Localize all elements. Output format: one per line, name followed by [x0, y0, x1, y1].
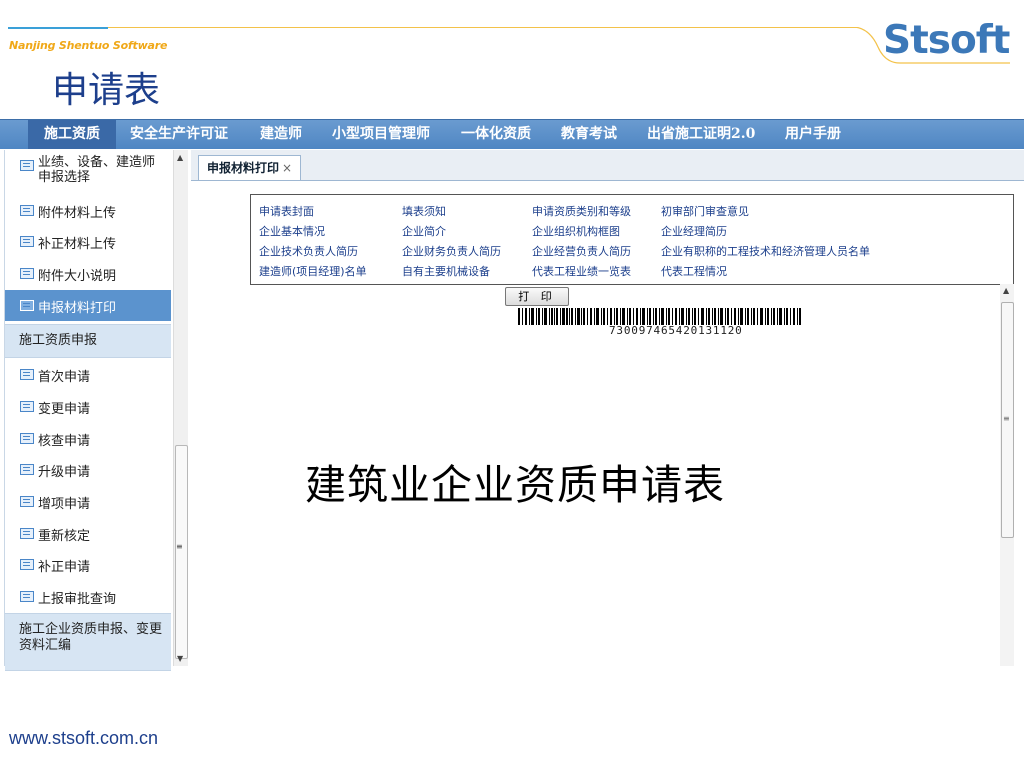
- close-icon[interactable]: ×: [282, 161, 292, 175]
- sidebar: 业绩、设备、建造师申报选择 附件材料上传 补正材料上传 附件大小说明 申报材料打…: [4, 150, 171, 671]
- link-basic-info[interactable]: 企业基本情况: [259, 223, 325, 239]
- list-icon: [20, 236, 34, 247]
- menu-out-of-province-cert[interactable]: 出省施工证明2.0: [647, 120, 755, 149]
- sidebar-item-upgrade-apply[interactable]: 升级申请: [5, 454, 171, 485]
- link-tech-lead-resume[interactable]: 企业技术负责人简历: [259, 243, 358, 259]
- sidebar-item-supplement-apply[interactable]: 补正申请: [5, 549, 171, 580]
- header-rule-accent: [8, 27, 108, 29]
- document-links-panel: 申请表封面 填表须知 申请资质类别和等级 初审部门审查意见 企业基本情况 企业简…: [250, 194, 1014, 285]
- document-title: 建筑业企业资质申请表: [305, 461, 725, 509]
- link-initial-review[interactable]: 初审部门审查意见: [661, 203, 749, 219]
- sidebar-section-qualification-apply[interactable]: 施工资质申报: [5, 324, 171, 358]
- list-icon: [20, 268, 34, 279]
- barcode-number: 730097465420131120: [609, 324, 743, 337]
- list-icon: [20, 205, 34, 216]
- list-icon: [20, 369, 34, 380]
- top-menu-bar: 施工资质 安全生产许可证 建造师 小型项目管理师 一体化资质 教育考试 出省施工…: [0, 119, 1024, 149]
- link-project-details[interactable]: 代表工程情况: [661, 263, 727, 279]
- content-frame: 申报材料打印 × 申请表封面 填表须知 申请资质类别和等级 初审部门审查意见 企业…: [191, 150, 1024, 666]
- sidebar-item-performance-select[interactable]: 业绩、设备、建造师申报选择: [5, 154, 171, 188]
- link-cover[interactable]: 申请表封面: [259, 203, 314, 219]
- link-business-lead-resume[interactable]: 企业经营负责人简历: [532, 243, 631, 259]
- list-icon: [20, 528, 34, 539]
- scroll-down-icon[interactable]: ▼: [177, 654, 183, 663]
- content-scrollbar[interactable]: ▲ ≡: [1000, 284, 1014, 666]
- scroll-grip-icon: ≡: [176, 542, 183, 551]
- link-manager-resume[interactable]: 企业经理简历: [661, 223, 727, 239]
- tab-print-materials[interactable]: 申报材料打印 ×: [198, 155, 302, 180]
- list-icon: [20, 433, 34, 444]
- link-instructions[interactable]: 填表须知: [402, 203, 446, 219]
- menu-constructor[interactable]: 建造师: [260, 120, 302, 149]
- link-constructor-list[interactable]: 建造师(项目经理)名单: [259, 263, 367, 279]
- link-profile[interactable]: 企业简介: [402, 223, 446, 239]
- sidebar-scrollbar[interactable]: ▲ ≡ ▼: [173, 150, 188, 666]
- list-icon: [20, 464, 34, 475]
- list-icon: [20, 401, 34, 412]
- footer-url[interactable]: www.stsoft.com.cn: [9, 728, 158, 749]
- scroll-up-icon[interactable]: ▲: [177, 153, 183, 162]
- scroll-grip-icon: ≡: [1003, 414, 1010, 423]
- tab-strip: 申报材料打印 ×: [191, 150, 1024, 181]
- link-org-chart[interactable]: 企业组织机构框图: [532, 223, 620, 239]
- sidebar-item-attachment-upload[interactable]: 附件材料上传: [5, 195, 171, 226]
- app-window: 施工资质 安全生产许可证 建造师 小型项目管理师 一体化资质 教育考试 出省施工…: [0, 119, 1024, 671]
- sidebar-item-supplement-upload[interactable]: 补正材料上传: [5, 226, 171, 257]
- list-icon: [20, 559, 34, 570]
- sidebar-item-print-materials[interactable]: 申报材料打印: [5, 290, 171, 321]
- link-project-performance[interactable]: 代表工程业绩一览表: [532, 263, 631, 279]
- link-qualification-category[interactable]: 申请资质类别和等级: [532, 203, 631, 219]
- list-icon: [20, 591, 34, 602]
- barcode: [518, 308, 801, 325]
- slide-title: 申请表: [52, 70, 161, 111]
- sidebar-item-re-verify[interactable]: 重新核定: [5, 518, 171, 549]
- menu-construction-qualification[interactable]: 施工资质: [28, 120, 116, 149]
- menu-integrated-qualification[interactable]: 一体化资质: [461, 120, 531, 149]
- scroll-up-icon[interactable]: ▲: [1003, 286, 1009, 295]
- header-rule: [8, 27, 858, 28]
- stsoft-logo: Stsoft: [883, 18, 1010, 63]
- company-name: Nanjing Shentuo Software: [9, 39, 168, 52]
- link-finance-lead-resume[interactable]: 企业财务负责人简历: [402, 243, 501, 259]
- sidebar-section-materials-compilation[interactable]: 施工企业资质申报、变更资料汇编: [5, 613, 171, 671]
- menu-safety-license[interactable]: 安全生产许可证: [130, 120, 228, 149]
- sidebar-item-check-apply[interactable]: 核查申请: [5, 423, 171, 454]
- list-icon: [20, 496, 34, 507]
- link-equipment[interactable]: 自有主要机械设备: [402, 263, 490, 279]
- sidebar-item-change-apply[interactable]: 变更申请: [5, 391, 171, 422]
- print-button[interactable]: 打 印: [505, 287, 569, 306]
- menu-small-project-manager[interactable]: 小型项目管理师: [332, 120, 430, 149]
- menu-education-exam[interactable]: 教育考试: [561, 120, 617, 149]
- sidebar-item-add-item-apply[interactable]: 增项申请: [5, 486, 171, 517]
- sidebar-item-approval-query[interactable]: 上报审批查询: [5, 581, 171, 612]
- link-staff-list[interactable]: 企业有职称的工程技术和经济管理人员名单: [661, 243, 870, 259]
- sidebar-item-attachment-size[interactable]: 附件大小说明: [5, 258, 171, 289]
- menu-user-manual[interactable]: 用户手册: [785, 120, 841, 149]
- list-icon: [20, 300, 34, 311]
- sidebar-item-first-apply[interactable]: 首次申请: [5, 359, 171, 390]
- scrollbar-thumb[interactable]: [175, 445, 188, 659]
- list-icon: [20, 160, 34, 171]
